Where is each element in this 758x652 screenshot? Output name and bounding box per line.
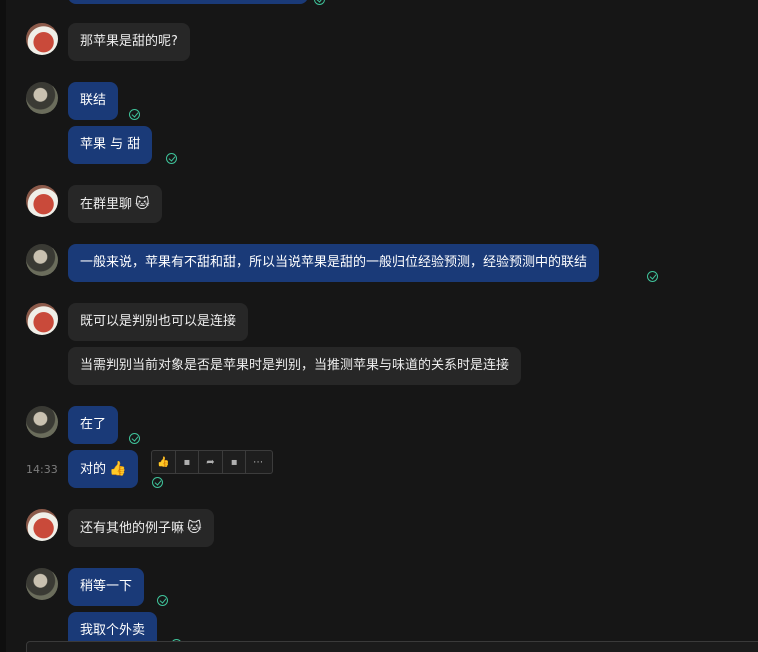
sidebar-edge bbox=[0, 0, 6, 652]
avatar-self[interactable] bbox=[26, 406, 58, 438]
message-bubble[interactable]: 联结 bbox=[68, 82, 119, 120]
cat-emoji-icon: 🐱 bbox=[135, 196, 150, 212]
message-input-box[interactable] bbox=[26, 641, 758, 652]
avatar-other[interactable] bbox=[26, 185, 58, 217]
read-check-icon bbox=[129, 109, 140, 120]
message-bubble[interactable]: 当需判别当前对象是否是苹果时是判别，当推测苹果与味道的关系时是连接 bbox=[68, 347, 522, 385]
read-check-icon bbox=[152, 477, 163, 488]
message-bubble[interactable]: 在了 bbox=[68, 406, 119, 444]
message-bubble[interactable]: 对的 👍 bbox=[68, 450, 139, 488]
read-check-icon bbox=[166, 153, 177, 164]
message-text: 对的 bbox=[80, 462, 107, 477]
avatar-self[interactable] bbox=[26, 244, 58, 276]
message-text: 还有其他的例子嘛 bbox=[80, 521, 185, 536]
avatar-other[interactable] bbox=[26, 23, 58, 55]
message-text: 在群里聊 bbox=[80, 197, 133, 212]
read-check-icon bbox=[157, 595, 168, 606]
read-check-icon bbox=[129, 433, 140, 444]
avatar-other[interactable] bbox=[26, 303, 58, 335]
avatar-other[interactable] bbox=[26, 509, 58, 541]
read-check-icon bbox=[314, 0, 325, 5]
message-timestamp: 14:33 bbox=[26, 463, 58, 476]
message-bubble[interactable]: 还有其他的例子嘛 🐱 bbox=[68, 509, 214, 547]
thumbs-up-emoji-icon: 👍 bbox=[109, 461, 127, 477]
like-icon[interactable]: 👍 bbox=[152, 451, 176, 473]
message-bubble[interactable]: 在群里聊 🐱 bbox=[68, 185, 162, 223]
chat-area: 那苹果是甜的呢? 联结 苹果 与 甜 在群里聊 🐱 一般来说，苹果有不甜和甜，所以… bbox=[0, 0, 758, 652]
message-bubble[interactable]: 那苹果是甜的呢? bbox=[68, 23, 190, 61]
message-action-bar: 👍 ▪ ➦ ▪ ⋯ bbox=[151, 450, 273, 474]
message-bubble[interactable]: 一般来说，苹果有不甜和甜，所以当说苹果是甜的一般归位经验预测，经验预测中的联结 bbox=[68, 244, 600, 282]
more-icon[interactable]: ⋯ bbox=[246, 451, 270, 473]
cat-emoji-icon: 🐱 bbox=[187, 520, 202, 536]
avatar-self[interactable] bbox=[26, 82, 58, 114]
message-bubble[interactable]: 既可以是判别也可以是连接 bbox=[68, 303, 249, 341]
message-bubble[interactable]: 苹果 与 甜 bbox=[68, 126, 153, 164]
quote-icon[interactable]: ▪ bbox=[223, 451, 247, 473]
read-check-icon bbox=[647, 271, 658, 282]
comment-icon[interactable]: ▪ bbox=[176, 451, 200, 473]
forward-icon[interactable]: ➦ bbox=[199, 451, 223, 473]
message-bubble[interactable]: 稍等一下 bbox=[68, 568, 145, 606]
avatar-self[interactable] bbox=[26, 568, 58, 600]
prev-message-bubble[interactable] bbox=[68, 0, 308, 4]
